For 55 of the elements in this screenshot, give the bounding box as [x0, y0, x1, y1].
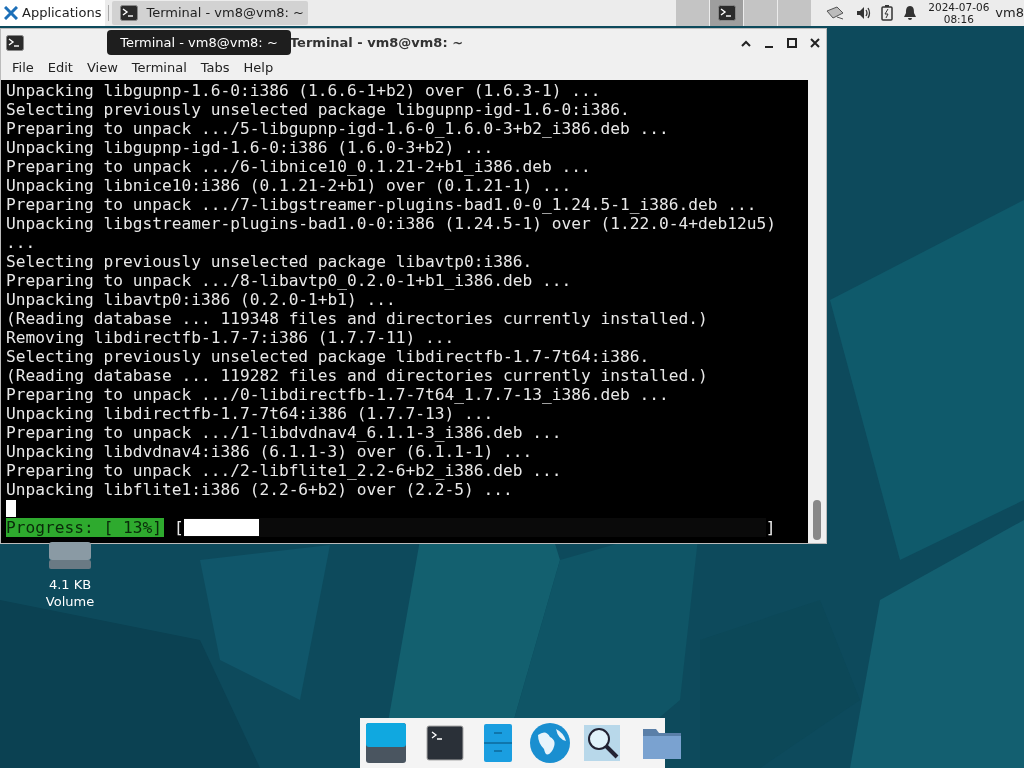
terminal-line: Selecting previously unselected package libdirectfb-1.7-7t64:i386.: [6, 347, 651, 366]
icon-label: 4.1 KB: [48, 576, 92, 593]
menu-item[interactable]: Terminal: [124, 58, 194, 78]
time-text: 08:16: [943, 13, 974, 25]
globe-icon[interactable]: [528, 721, 572, 765]
notification-bell-icon[interactable]: [903, 5, 918, 21]
terminal-icon: [120, 5, 139, 21]
date-text: 2024-07-06: [928, 1, 990, 13]
terminal-line: Removing libdirectfb-1.7-7:i386 (1.7.7-11) ...: [6, 328, 456, 347]
terminal-line: Preparing to unpack .../5-libgupnp-igd-1.6-0_1.6.0-3+b2_i386.deb ...: [6, 119, 670, 138]
battery-icon[interactable]: [881, 5, 894, 21]
maximize-icon[interactable]: [786, 36, 798, 49]
terminal-line: Preparing to unpack .../1-libdvdnav4_6.1.1-3_i386.deb ...: [6, 423, 563, 442]
terminal-line: Selecting previously unselected package libgupnp-igd-1.6-0:i386.: [6, 100, 631, 119]
text-cursor: [6, 500, 16, 517]
terminal-line: Unpacking libdirectfb-1.7-7t64:i386 (1.7.7-13) ...: [6, 404, 495, 423]
applications-menu[interactable]: Applications: [0, 0, 106, 26]
scrollbar[interactable]: [808, 80, 826, 543]
terminal-line: Unpacking libdvdnav4:i386 (6.1.1-3) over (6.1.1-1) ...: [6, 442, 534, 461]
drive-icon[interactable]: [47, 540, 93, 570]
window-title: Terminal - vm8@vm8: ~: [289, 33, 464, 52]
menu-item[interactable]: View: [79, 58, 125, 78]
terminal-line: Preparing to unpack .../0-libdirectfb-1.7-7t64_1.7.7-13_i386.deb ...: [6, 385, 670, 404]
terminal-line: Preparing to unpack .../6-libnice10_0.1.21-2+b1_i386.deb ...: [6, 157, 592, 176]
taskbar-button[interactable]: Terminal - vm8@vm8: ~: [112, 1, 309, 25]
terminal-line: Preparing to unpack .../2-libflite1_2.2-6+b2_i386.deb ...: [6, 461, 563, 480]
scrollbar-thumb[interactable]: [813, 500, 821, 540]
workspace-button[interactable]: [710, 0, 745, 26]
terminal-line: Preparing to unpack .../7-libgstreamer-plugins-bad1.0-0_1.24.5-1_i386.deb ...: [6, 195, 758, 214]
terminal-line: Unpacking libgupnp-igd-1.6-0:i386 (1.6.0-3+b2) ...: [6, 138, 495, 157]
volume-icon[interactable]: [855, 5, 872, 21]
bracket-text: ]: [765, 518, 776, 537]
terminal-line: Unpacking libnice10:i386 (0.1.21-2+b1) over (0.1.21-1) ...: [6, 176, 573, 195]
show-desktop-icon[interactable]: [364, 721, 408, 765]
terminal-line: Unpacking libavtp0:i386 (0.2.0-1+b1) ...: [6, 290, 397, 309]
menu-item[interactable]: Help: [236, 58, 281, 78]
bracket-text: [: [173, 518, 184, 537]
progress-label: Progress: [ 13%]: [6, 518, 164, 537]
terminal-icon: [717, 5, 736, 21]
terminal-icon: [6, 34, 24, 51]
terminal-line: (Reading database ... 119282 files and directories currently installed.): [6, 366, 709, 385]
close-icon[interactable]: [809, 36, 821, 49]
menu-item[interactable]: Edit: [40, 58, 80, 78]
terminal-line: ...: [6, 233, 37, 252]
terminal-line: Unpacking libflite1:i386 (2.2-6+b2) over (2.2-5) ...: [6, 480, 514, 499]
menu-item[interactable]: File: [5, 58, 41, 78]
icon-label: Volume: [45, 593, 95, 610]
tooltip: Terminal - vm8@vm8: ~: [107, 30, 291, 55]
terminal-line: Unpacking libgupnp-1.6-0:i386 (1.6.6-1+b2) over (1.6.3-1) ...: [6, 81, 602, 100]
terminal-line: Selecting previously unselected package libavtp0:i386.: [6, 252, 534, 271]
user-name[interactable]: vm8: [995, 3, 1024, 23]
terminal-line: Unpacking libgstreamer-plugins-bad1.0-0:i386 (1.24.5-1) over (1.22.0-4+deb12u5): [6, 214, 777, 233]
terminal-line: Preparing to unpack .../8-libavtp0_0.2.0-1+b1_i386.deb ...: [6, 271, 573, 290]
terminal-line: (Reading database ... 119348 files and directories currently installed.): [6, 309, 709, 328]
menu-item[interactable]: Tabs: [193, 58, 237, 78]
